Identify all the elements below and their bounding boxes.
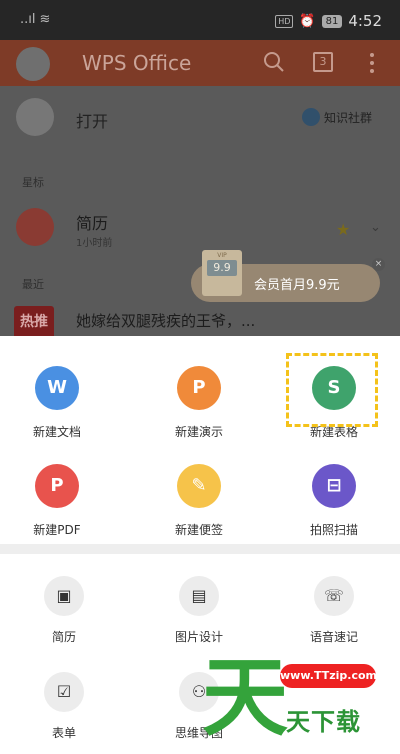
status-left: ..ıl ≋ bbox=[20, 12, 50, 27]
resume-icon: ▣ bbox=[44, 576, 84, 616]
note-icon: ✎ bbox=[177, 464, 221, 508]
signal-icon: ..ıl bbox=[20, 12, 36, 27]
star-icon[interactable]: ★ bbox=[336, 220, 350, 239]
alarm-icon: ⏰ bbox=[299, 13, 316, 29]
promo-card-icon: VIP 9.9 bbox=[202, 250, 242, 296]
promo-text: 会员首月9.9元 bbox=[254, 278, 340, 293]
watermark-text: 天下载 bbox=[286, 708, 361, 736]
status-right: HD ⏰ 81 4:52 bbox=[275, 12, 382, 30]
voice-note-icon: ☏ bbox=[314, 576, 354, 616]
create-pdf-label: 新建PDF bbox=[33, 523, 81, 537]
status-time: 4:52 bbox=[348, 12, 382, 30]
community-label: 知识社群 bbox=[323, 110, 372, 125]
open-label: 打开 bbox=[76, 112, 109, 131]
community-link[interactable]: 知识社群 bbox=[301, 108, 372, 126]
image-design-button[interactable]: ▤ 图片设计 bbox=[139, 576, 259, 645]
create-presentation-label: 新建演示 bbox=[174, 425, 223, 439]
section-divider bbox=[0, 544, 400, 554]
presentation-icon: P bbox=[177, 366, 221, 410]
resume-tool-label: 简历 bbox=[51, 630, 76, 644]
community-icon bbox=[301, 108, 320, 126]
starred-item-row[interactable]: 简历 1小时前 ★ ⌄ bbox=[0, 198, 400, 258]
voice-note-label: 语音速记 bbox=[309, 630, 358, 644]
battery-icon: 81 bbox=[321, 14, 343, 28]
voice-note-button[interactable]: ☏ 语音速记 bbox=[274, 576, 394, 645]
promo-price: 9.9 bbox=[207, 260, 237, 276]
open-row[interactable]: 打开 知识社群 bbox=[0, 86, 400, 148]
file-title: 简历 bbox=[76, 214, 109, 233]
recent-item-title: 她嫁给双腿残疾的王爷，... bbox=[76, 312, 256, 330]
wifi-icon: ≋ bbox=[39, 12, 51, 27]
site-watermark: 天 www.TTzip.com 天下载 bbox=[194, 648, 394, 752]
close-icon[interactable]: × bbox=[372, 258, 385, 271]
create-note-button[interactable]: ✎ 新建便签 bbox=[139, 464, 259, 538]
recent-section-title: 最近 bbox=[22, 278, 44, 291]
scan-label: 拍照扫描 bbox=[309, 523, 358, 537]
create-doc-label: 新建文档 bbox=[32, 425, 81, 439]
image-design-icon: ▤ bbox=[179, 576, 219, 616]
scan-button[interactable]: ⊟ 拍照扫描 bbox=[274, 464, 394, 538]
watermark-url: www.TTzip.com bbox=[280, 664, 377, 688]
resume-tool-button[interactable]: ▣ 简历 bbox=[4, 576, 124, 645]
file-time: 1小时前 bbox=[76, 238, 113, 249]
form-tool-label: 表单 bbox=[51, 726, 76, 740]
pdf-file-icon bbox=[16, 208, 54, 246]
scan-icon: ⊟ bbox=[312, 464, 356, 508]
app-bar: WPS Office 3 bbox=[0, 40, 400, 86]
starred-section-title: 星标 bbox=[22, 176, 44, 189]
folder-icon bbox=[16, 98, 54, 136]
watermark-logo: 天 bbox=[202, 648, 288, 748]
create-note-label: 新建便签 bbox=[174, 523, 223, 537]
tabs-count-button[interactable]: 3 bbox=[313, 52, 333, 72]
avatar[interactable] bbox=[16, 47, 50, 81]
promo-card-vip: VIP bbox=[217, 252, 227, 259]
chevron-down-icon[interactable]: ⌄ bbox=[370, 220, 381, 235]
doc-icon: W bbox=[35, 366, 79, 410]
pdf-icon: P bbox=[35, 464, 79, 508]
highlight-frame bbox=[286, 353, 378, 427]
image-design-label: 图片设计 bbox=[174, 630, 223, 644]
hot-badge: 热推 bbox=[14, 306, 54, 340]
form-tool-button[interactable]: ☑ 表单 bbox=[4, 672, 124, 741]
hd-badge: HD bbox=[275, 14, 294, 28]
create-doc-button[interactable]: W 新建文档 bbox=[0, 366, 117, 440]
vip-promo-banner[interactable]: VIP 9.9 会员首月9.9元 × bbox=[191, 250, 385, 302]
app-title: WPS Office bbox=[82, 51, 192, 75]
status-bar: ..ıl ≋ HD ⏰ 81 4:52 bbox=[0, 0, 400, 40]
more-icon[interactable] bbox=[368, 52, 376, 74]
create-pdf-button[interactable]: P 新建PDF bbox=[0, 464, 117, 538]
search-icon[interactable] bbox=[262, 50, 286, 74]
form-icon: ☑ bbox=[44, 672, 84, 712]
recent-item-row[interactable]: 热推 她嫁给双腿残疾的王爷，... bbox=[0, 302, 400, 340]
create-presentation-button[interactable]: P 新建演示 bbox=[139, 366, 259, 440]
